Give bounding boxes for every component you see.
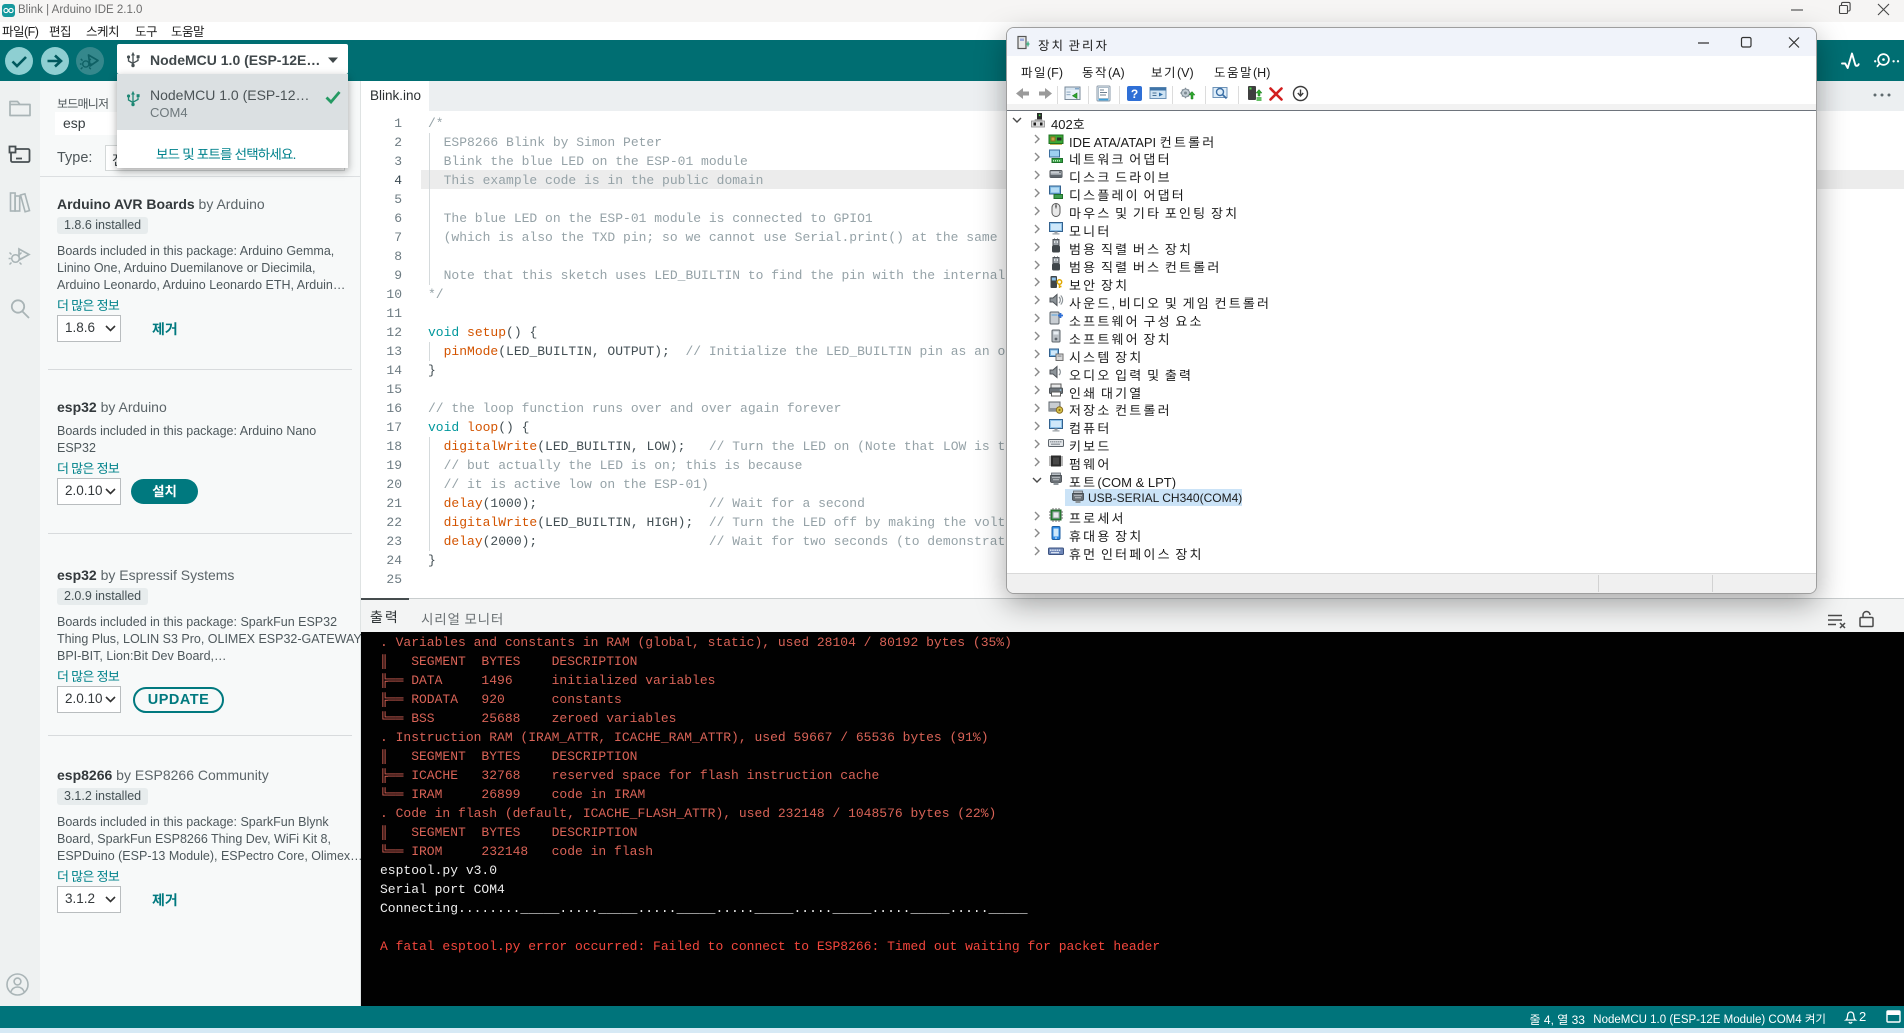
svg-text:?: ? (1131, 87, 1138, 101)
